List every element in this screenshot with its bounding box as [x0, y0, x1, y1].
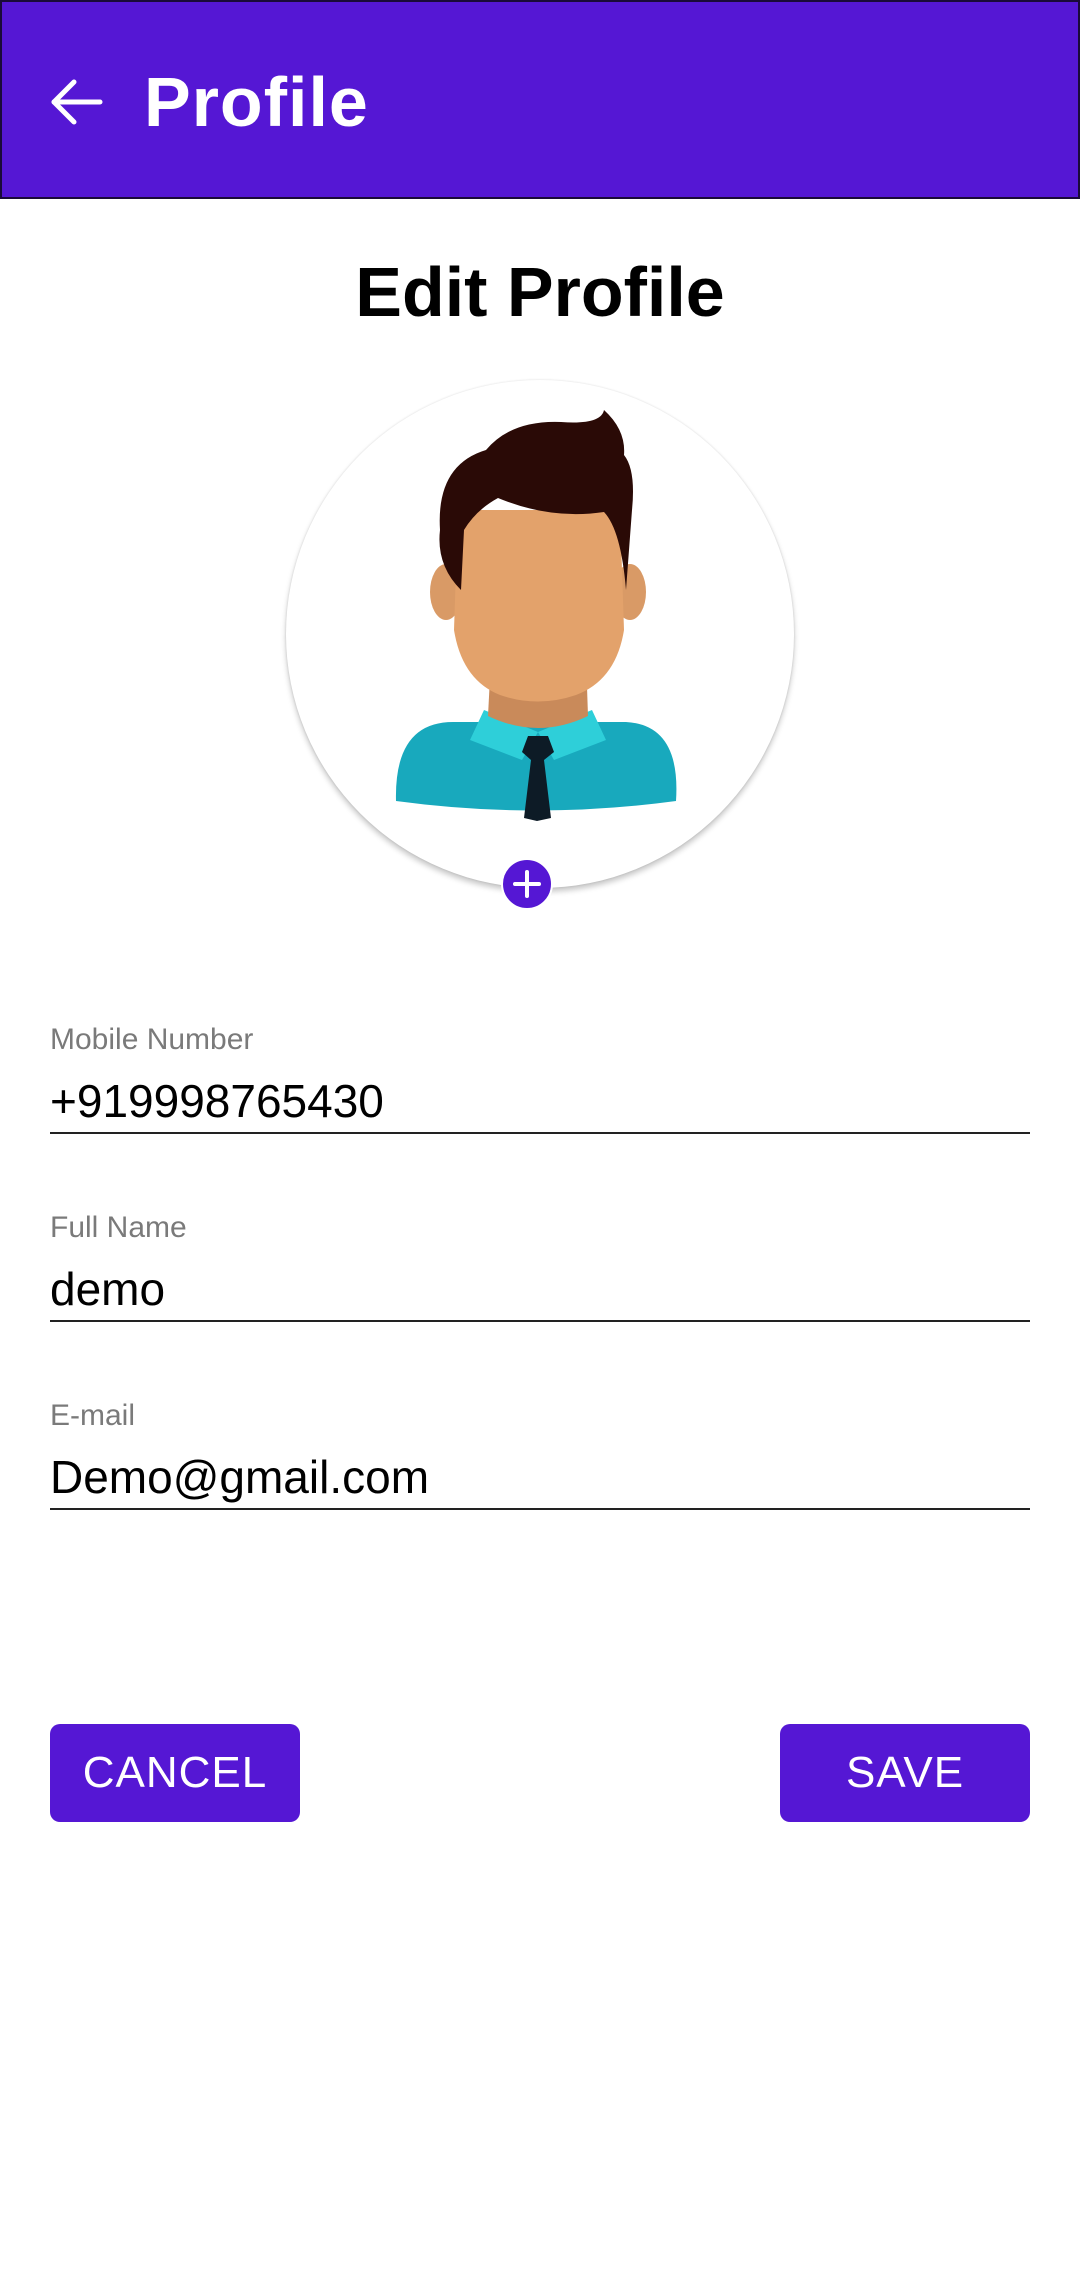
back-button[interactable] — [46, 72, 106, 132]
mobile-number-label: Mobile Number — [50, 1023, 254, 1056]
full-name-field: Full Name — [50, 1210, 1030, 1330]
full-name-input[interactable] — [50, 1258, 1030, 1322]
cancel-button[interactable]: CANCEL — [50, 1724, 300, 1822]
person-avatar-icon — [395, 410, 677, 821]
email-label: E-mail — [50, 1399, 136, 1432]
avatar[interactable] — [286, 380, 794, 888]
email-input[interactable] — [50, 1446, 1030, 1510]
mobile-number-field: Mobile Number — [50, 1022, 1030, 1142]
full-name-label: Full Name — [50, 1211, 187, 1244]
mobile-number-input[interactable] — [50, 1070, 1030, 1134]
save-button[interactable]: SAVE — [780, 1724, 1030, 1822]
app-bar: Profile — [0, 0, 1080, 199]
app-bar-title: Profile — [144, 63, 369, 141]
email-field: E-mail — [50, 1398, 1030, 1518]
arrow-left-icon — [51, 79, 103, 125]
add-photo-button[interactable] — [501, 858, 553, 910]
page-title: Edit Profile — [355, 253, 725, 331]
plus-icon — [513, 870, 541, 898]
